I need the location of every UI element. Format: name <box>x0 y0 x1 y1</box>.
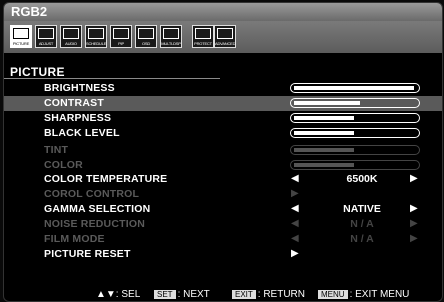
setting-row[interactable]: BLACK LEVEL <box>4 126 442 141</box>
slider-fill <box>294 163 354 167</box>
multi-dsp-icon <box>163 28 179 39</box>
setting-label: COLOR <box>44 159 83 171</box>
osd-icon <box>138 28 154 39</box>
setting-label: BRIGHTNESS <box>44 82 115 94</box>
exit-key-badge: EXIT <box>232 290 256 299</box>
tab-multi-dsp[interactable]: MULTI-DSP <box>160 25 182 48</box>
left-arrow-icon: ◀ <box>291 218 299 229</box>
setting-row[interactable]: BRIGHTNESS <box>4 81 442 96</box>
picture-icon <box>13 28 29 39</box>
tab-label: OSD <box>141 41 151 46</box>
level-slider <box>290 160 420 170</box>
level-slider[interactable] <box>290 113 420 123</box>
slider-fill <box>294 86 414 90</box>
level-slider[interactable] <box>290 83 420 93</box>
tab-adjust[interactable]: ADJUST <box>35 25 57 48</box>
setting-row: FILM MODE ◀ N / A ▶ <box>4 232 442 247</box>
right-arrow-icon: ▶ <box>410 218 418 229</box>
tab-schedule[interactable]: SCHEDULE <box>85 25 107 48</box>
submenu-arrow-icon[interactable]: ▶ <box>291 248 299 259</box>
setting-value: N / A <box>350 233 374 245</box>
setting-label: BLACK LEVEL <box>44 127 120 139</box>
adjust-icon <box>38 28 54 39</box>
tab-label: ADJUST <box>38 41 54 46</box>
hint-exit-menu: : EXIT MENU <box>349 289 410 300</box>
slider-fill <box>294 101 360 105</box>
setting-row[interactable]: PICTURE RESET ▶ <box>4 247 442 262</box>
setting-row[interactable]: COLOR TEMPERATURE ◀ 6500K ▶ <box>4 172 442 187</box>
protect-icon <box>195 28 211 39</box>
tab-picture[interactable]: PICTURE <box>10 25 32 48</box>
level-slider <box>290 145 420 155</box>
tab-label: PICTURE <box>12 41 30 46</box>
menu-key-badge: MENU <box>318 290 348 299</box>
tab-label: ADVANCED <box>215 41 236 46</box>
setting-row: COROL CONTROL ▶ <box>4 187 442 202</box>
left-arrow-icon: ◀ <box>291 233 299 244</box>
tab-bar: PICTURE ADJUST AUDIO SCHEDULE PIP OSD MULTI-DS… <box>4 21 442 53</box>
left-arrow-icon[interactable]: ◀ <box>291 203 299 214</box>
right-arrow-icon[interactable]: ▶ <box>410 173 418 184</box>
osd-menu: RGB2 PICTURE ADJUST AUDIO SCHEDULE PIP OSD MUL… <box>3 2 443 302</box>
level-slider[interactable] <box>290 128 420 138</box>
submenu-arrow-icon: ▶ <box>291 188 299 199</box>
tab-advanced[interactable]: ADVANCED <box>214 25 236 48</box>
setting-label: SHARPNESS <box>44 112 112 124</box>
right-arrow-icon: ▶ <box>410 233 418 244</box>
input-source-title: RGB2 <box>11 4 48 19</box>
tab-label: SCHEDULE <box>86 41 107 46</box>
left-arrow-icon[interactable]: ◀ <box>291 173 299 184</box>
setting-label: FILM MODE <box>44 233 105 245</box>
setting-row[interactable]: GAMMA SELECTION ◀ NATIVE ▶ <box>4 202 442 217</box>
setting-label: GAMMA SELECTION <box>44 203 151 215</box>
setting-value: N / A <box>350 218 374 230</box>
setting-value: 6500K <box>346 173 378 185</box>
hint-next: : NEXT <box>177 289 210 300</box>
tab-label: PROTECT <box>194 41 212 46</box>
setting-label: NOISE REDUCTION <box>44 218 146 230</box>
audio-icon <box>63 28 79 39</box>
setting-row[interactable]: CONTRAST <box>4 96 442 111</box>
slider-fill <box>294 131 354 135</box>
tab-label: AUDIO <box>65 41 77 46</box>
setting-label: TINT <box>44 144 69 156</box>
set-key-badge: SET <box>154 290 176 299</box>
tab-label: MULTI-DSP <box>161 41 181 46</box>
schedule-icon <box>88 28 104 39</box>
tab-label: PIP <box>118 41 124 46</box>
hint-return: : RETURN <box>257 289 306 300</box>
setting-row: COLOR <box>4 158 442 173</box>
pip-icon <box>113 28 129 39</box>
setting-row[interactable]: SHARPNESS <box>4 111 442 126</box>
title-bar: RGB2 <box>4 3 442 21</box>
slider-fill <box>294 148 354 152</box>
setting-label: PICTURE RESET <box>44 248 131 260</box>
right-arrow-icon[interactable]: ▶ <box>410 203 418 214</box>
section-divider <box>4 78 220 79</box>
tab-protect[interactable]: PROTECT <box>192 25 214 48</box>
setting-row: NOISE REDUCTION ◀ N / A ▶ <box>4 217 442 232</box>
level-slider[interactable] <box>290 98 420 108</box>
advanced-icon <box>217 28 233 39</box>
setting-label: CONTRAST <box>44 97 104 109</box>
hint-select: ▲▼: SEL <box>96 289 141 300</box>
tab-osd[interactable]: OSD <box>135 25 157 48</box>
setting-label: COROL CONTROL <box>44 188 140 200</box>
setting-label: COLOR TEMPERATURE <box>44 173 168 185</box>
setting-row: TINT <box>4 143 442 158</box>
tab-pip[interactable]: PIP <box>110 25 132 48</box>
section-title: PICTURE <box>10 65 65 79</box>
setting-value: NATIVE <box>343 203 381 215</box>
footer-hints: ▲▼: SEL SET: NEXT EXIT: RETURN MENU: EXI… <box>4 289 442 301</box>
slider-fill <box>294 116 354 120</box>
tab-audio[interactable]: AUDIO <box>60 25 82 48</box>
